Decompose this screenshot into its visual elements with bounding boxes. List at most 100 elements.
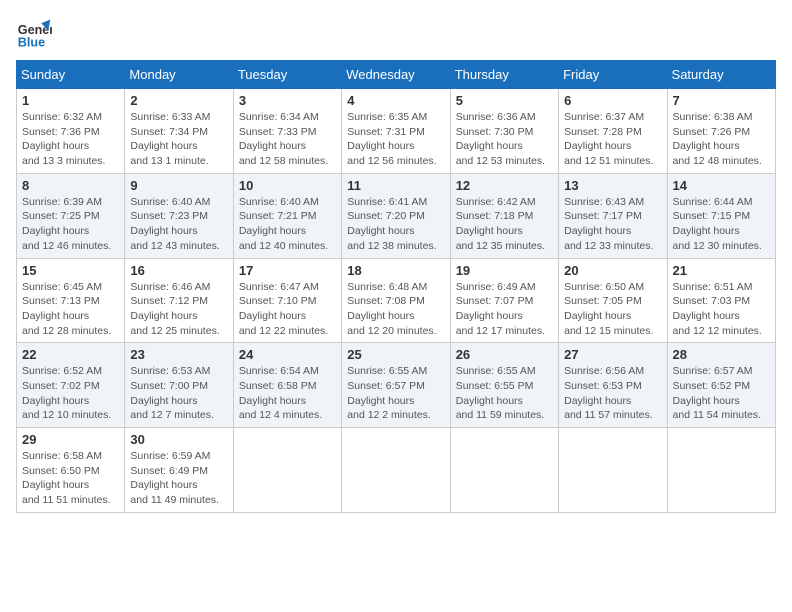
day-info: Sunrise: 6:59 AM Sunset: 6:49 PM Dayligh… xyxy=(130,449,227,508)
calendar-day-cell xyxy=(667,428,775,513)
calendar-day-cell: 6 Sunrise: 6:37 AM Sunset: 7:28 PM Dayli… xyxy=(559,89,667,174)
day-info: Sunrise: 6:58 AM Sunset: 6:50 PM Dayligh… xyxy=(22,449,119,508)
day-number: 17 xyxy=(239,263,336,278)
day-info: Sunrise: 6:45 AM Sunset: 7:13 PM Dayligh… xyxy=(22,280,119,339)
calendar-day-cell: 23 Sunrise: 6:53 AM Sunset: 7:00 PM Dayl… xyxy=(125,343,233,428)
calendar-week-row: 29 Sunrise: 6:58 AM Sunset: 6:50 PM Dayl… xyxy=(17,428,776,513)
calendar-day-cell: 24 Sunrise: 6:54 AM Sunset: 6:58 PM Dayl… xyxy=(233,343,341,428)
day-number: 5 xyxy=(456,93,553,108)
day-of-week-header: Saturday xyxy=(667,61,775,89)
calendar-day-cell: 15 Sunrise: 6:45 AM Sunset: 7:13 PM Dayl… xyxy=(17,258,125,343)
day-info: Sunrise: 6:53 AM Sunset: 7:00 PM Dayligh… xyxy=(130,364,227,423)
day-number: 13 xyxy=(564,178,661,193)
calendar-day-cell: 19 Sunrise: 6:49 AM Sunset: 7:07 PM Dayl… xyxy=(450,258,558,343)
calendar-day-cell: 27 Sunrise: 6:56 AM Sunset: 6:53 PM Dayl… xyxy=(559,343,667,428)
calendar-day-cell: 11 Sunrise: 6:41 AM Sunset: 7:20 PM Dayl… xyxy=(342,173,450,258)
day-number: 14 xyxy=(673,178,770,193)
calendar-day-cell: 22 Sunrise: 6:52 AM Sunset: 7:02 PM Dayl… xyxy=(17,343,125,428)
calendar-day-cell xyxy=(233,428,341,513)
calendar-day-cell: 13 Sunrise: 6:43 AM Sunset: 7:17 PM Dayl… xyxy=(559,173,667,258)
day-info: Sunrise: 6:42 AM Sunset: 7:18 PM Dayligh… xyxy=(456,195,553,254)
day-info: Sunrise: 6:50 AM Sunset: 7:05 PM Dayligh… xyxy=(564,280,661,339)
day-info: Sunrise: 6:56 AM Sunset: 6:53 PM Dayligh… xyxy=(564,364,661,423)
day-number: 27 xyxy=(564,347,661,362)
logo: General Blue xyxy=(16,16,52,52)
calendar-day-cell: 25 Sunrise: 6:55 AM Sunset: 6:57 PM Dayl… xyxy=(342,343,450,428)
calendar-day-cell: 3 Sunrise: 6:34 AM Sunset: 7:33 PM Dayli… xyxy=(233,89,341,174)
day-number: 4 xyxy=(347,93,444,108)
day-number: 20 xyxy=(564,263,661,278)
calendar-week-row: 22 Sunrise: 6:52 AM Sunset: 7:02 PM Dayl… xyxy=(17,343,776,428)
day-of-week-header: Friday xyxy=(559,61,667,89)
day-info: Sunrise: 6:43 AM Sunset: 7:17 PM Dayligh… xyxy=(564,195,661,254)
day-of-week-header: Wednesday xyxy=(342,61,450,89)
day-info: Sunrise: 6:47 AM Sunset: 7:10 PM Dayligh… xyxy=(239,280,336,339)
calendar-day-cell: 4 Sunrise: 6:35 AM Sunset: 7:31 PM Dayli… xyxy=(342,89,450,174)
day-of-week-header: Sunday xyxy=(17,61,125,89)
calendar-day-cell: 12 Sunrise: 6:42 AM Sunset: 7:18 PM Dayl… xyxy=(450,173,558,258)
day-number: 2 xyxy=(130,93,227,108)
svg-text:Blue: Blue xyxy=(18,36,45,50)
day-number: 29 xyxy=(22,432,119,447)
page-header: General Blue xyxy=(16,16,776,52)
day-info: Sunrise: 6:40 AM Sunset: 7:23 PM Dayligh… xyxy=(130,195,227,254)
calendar-day-cell: 10 Sunrise: 6:40 AM Sunset: 7:21 PM Dayl… xyxy=(233,173,341,258)
calendar-day-cell: 28 Sunrise: 6:57 AM Sunset: 6:52 PM Dayl… xyxy=(667,343,775,428)
day-info: Sunrise: 6:32 AM Sunset: 7:36 PM Dayligh… xyxy=(22,110,119,169)
day-number: 8 xyxy=(22,178,119,193)
day-info: Sunrise: 6:40 AM Sunset: 7:21 PM Dayligh… xyxy=(239,195,336,254)
day-number: 7 xyxy=(673,93,770,108)
day-number: 9 xyxy=(130,178,227,193)
day-info: Sunrise: 6:37 AM Sunset: 7:28 PM Dayligh… xyxy=(564,110,661,169)
calendar-day-cell: 1 Sunrise: 6:32 AM Sunset: 7:36 PM Dayli… xyxy=(17,89,125,174)
calendar-day-cell: 29 Sunrise: 6:58 AM Sunset: 6:50 PM Dayl… xyxy=(17,428,125,513)
calendar-day-cell: 18 Sunrise: 6:48 AM Sunset: 7:08 PM Dayl… xyxy=(342,258,450,343)
day-info: Sunrise: 6:44 AM Sunset: 7:15 PM Dayligh… xyxy=(673,195,770,254)
calendar-day-cell: 16 Sunrise: 6:46 AM Sunset: 7:12 PM Dayl… xyxy=(125,258,233,343)
day-number: 25 xyxy=(347,347,444,362)
calendar-day-cell xyxy=(450,428,558,513)
day-info: Sunrise: 6:49 AM Sunset: 7:07 PM Dayligh… xyxy=(456,280,553,339)
calendar-day-cell: 7 Sunrise: 6:38 AM Sunset: 7:26 PM Dayli… xyxy=(667,89,775,174)
calendar-day-cell: 2 Sunrise: 6:33 AM Sunset: 7:34 PM Dayli… xyxy=(125,89,233,174)
day-info: Sunrise: 6:54 AM Sunset: 6:58 PM Dayligh… xyxy=(239,364,336,423)
day-number: 23 xyxy=(130,347,227,362)
day-info: Sunrise: 6:51 AM Sunset: 7:03 PM Dayligh… xyxy=(673,280,770,339)
calendar-day-cell: 21 Sunrise: 6:51 AM Sunset: 7:03 PM Dayl… xyxy=(667,258,775,343)
calendar-table: SundayMondayTuesdayWednesdayThursdayFrid… xyxy=(16,60,776,513)
calendar-week-row: 8 Sunrise: 6:39 AM Sunset: 7:25 PM Dayli… xyxy=(17,173,776,258)
calendar-week-row: 1 Sunrise: 6:32 AM Sunset: 7:36 PM Dayli… xyxy=(17,89,776,174)
day-number: 28 xyxy=(673,347,770,362)
day-number: 26 xyxy=(456,347,553,362)
calendar-week-row: 15 Sunrise: 6:45 AM Sunset: 7:13 PM Dayl… xyxy=(17,258,776,343)
day-info: Sunrise: 6:34 AM Sunset: 7:33 PM Dayligh… xyxy=(239,110,336,169)
calendar-day-cell: 9 Sunrise: 6:40 AM Sunset: 7:23 PM Dayli… xyxy=(125,173,233,258)
day-info: Sunrise: 6:46 AM Sunset: 7:12 PM Dayligh… xyxy=(130,280,227,339)
day-info: Sunrise: 6:52 AM Sunset: 7:02 PM Dayligh… xyxy=(22,364,119,423)
calendar-day-cell: 14 Sunrise: 6:44 AM Sunset: 7:15 PM Dayl… xyxy=(667,173,775,258)
day-number: 24 xyxy=(239,347,336,362)
day-info: Sunrise: 6:55 AM Sunset: 6:55 PM Dayligh… xyxy=(456,364,553,423)
day-of-week-header: Tuesday xyxy=(233,61,341,89)
day-info: Sunrise: 6:41 AM Sunset: 7:20 PM Dayligh… xyxy=(347,195,444,254)
calendar-day-cell: 17 Sunrise: 6:47 AM Sunset: 7:10 PM Dayl… xyxy=(233,258,341,343)
logo-icon: General Blue xyxy=(16,16,52,52)
day-number: 10 xyxy=(239,178,336,193)
day-number: 12 xyxy=(456,178,553,193)
calendar-day-cell: 30 Sunrise: 6:59 AM Sunset: 6:49 PM Dayl… xyxy=(125,428,233,513)
day-info: Sunrise: 6:57 AM Sunset: 6:52 PM Dayligh… xyxy=(673,364,770,423)
day-of-week-header: Monday xyxy=(125,61,233,89)
day-number: 19 xyxy=(456,263,553,278)
day-of-week-header: Thursday xyxy=(450,61,558,89)
day-info: Sunrise: 6:48 AM Sunset: 7:08 PM Dayligh… xyxy=(347,280,444,339)
calendar-day-cell xyxy=(342,428,450,513)
calendar-day-cell: 8 Sunrise: 6:39 AM Sunset: 7:25 PM Dayli… xyxy=(17,173,125,258)
calendar-header-row: SundayMondayTuesdayWednesdayThursdayFrid… xyxy=(17,61,776,89)
day-number: 15 xyxy=(22,263,119,278)
day-info: Sunrise: 6:39 AM Sunset: 7:25 PM Dayligh… xyxy=(22,195,119,254)
day-number: 6 xyxy=(564,93,661,108)
day-number: 16 xyxy=(130,263,227,278)
calendar-day-cell: 20 Sunrise: 6:50 AM Sunset: 7:05 PM Dayl… xyxy=(559,258,667,343)
day-number: 18 xyxy=(347,263,444,278)
calendar-day-cell xyxy=(559,428,667,513)
